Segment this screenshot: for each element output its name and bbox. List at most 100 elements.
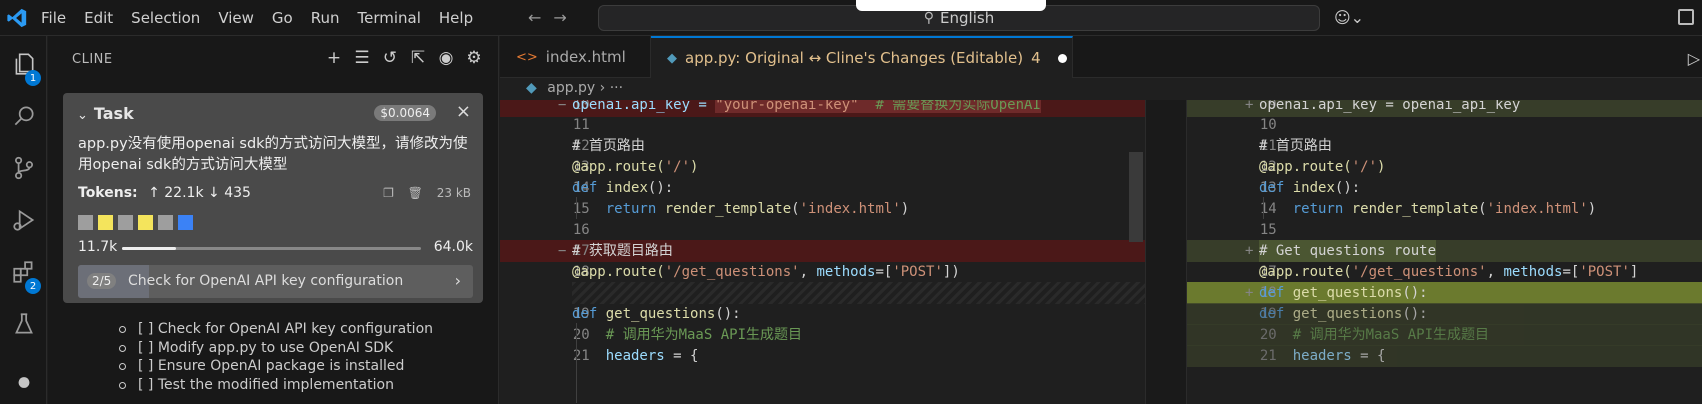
code-line: 17 @app.route('/get_questions', methods=… [1259,263,1639,280]
source-control-button[interactable] [0,146,47,190]
mcp-servers-icon[interactable]: ☰ [348,48,376,68]
menu-terminal[interactable]: Terminal [358,9,421,27]
current-step-row[interactable]: 2/5 Check for OpenAI API key configurati… [78,265,473,298]
swatch [178,215,193,230]
code-line: 11 # 首页路由 [1259,137,1332,154]
account-icon[interactable]: ◉ [432,48,460,68]
menu-view[interactable]: View [218,9,254,27]
nav-arrows: ← → [528,8,579,27]
token-tools: ❐ 🗑 23 kB [373,186,471,200]
code-line: 18 @app.route('/get_questions', methods=… [572,263,960,280]
step-text: Check for OpenAI API key configuration [128,273,404,289]
sidebar-toolbar: + ☰ ↺ ⇱ ◉ ⚙ [320,48,488,68]
list-item: [ ] Modify app.py to use OpenAI SDK [119,339,433,358]
menu-help[interactable]: Help [439,9,473,27]
step-badge: 2/5 [87,273,117,289]
tab-index-html[interactable]: <> index.html [500,36,651,78]
menu-go[interactable]: Go [272,9,293,27]
back-arrow-icon[interactable]: ← [528,8,541,27]
title-bar: File Edit Selection View Go Run Terminal… [0,0,1702,36]
code-line: 20 # 调用华为MaaS API生成题目 [572,326,803,343]
tokens-label: Tokens: [78,185,138,201]
code-line: 12 @app.route('/') [1259,158,1386,175]
cline-button[interactable] [0,354,47,398]
menu-bar: File Edit Selection View Go Run Terminal… [41,0,491,36]
code-line: 20 # 调用华为MaaS API生成题目 [1187,323,1702,346]
list-item: [ ] Ensure OpenAI package is installed [119,357,433,376]
popout-icon[interactable]: ⇱ [404,48,432,68]
problem-count: 4 [1031,49,1041,67]
indent-guide [1263,197,1264,219]
task-size: 23 kB [436,186,471,200]
swatch [98,215,113,230]
copilot-icon[interactable]: ☺⌄ [1334,8,1364,27]
code-line: 15 return render_template('index.html') [572,200,910,217]
vscode-logo-icon[interactable] [6,7,28,29]
tokens-out: ↓ 435 [208,185,251,201]
diff-filler [572,281,1145,304]
diff-modified-pane[interactable]: 9 + openai.api_key = openai_api_key 10 11… [1187,100,1702,404]
layout-toggle-icon[interactable] [1678,9,1694,25]
list-item: [ ] Test the modified implementation [119,376,433,395]
list-item: [ ] Check for OpenAI API key configurati… [119,320,433,339]
menu-run[interactable]: Run [311,9,340,27]
python-file-icon: ◆ [526,80,537,96]
copy-icon[interactable]: ❐ [383,186,394,200]
close-icon[interactable]: × [456,101,471,122]
cline-sidebar: CLINE + ☰ ↺ ⇱ ◉ ⚙ ⌄ Task $0.0064 × app.py… [48,36,499,404]
tab-label: index.html [545,48,626,66]
chevron-right-icon: › [454,271,461,290]
screen-notch [856,0,1046,11]
diff-gutter [1145,100,1187,404]
run-icon[interactable]: ▷ [1688,49,1700,68]
command-center-text: English [940,9,995,27]
task-description: app.py没有使用openai sdk的方式访问大模型，请修改为使用opena… [78,136,468,173]
code-line: 14 return render_template('index.html') [1259,200,1597,217]
run-debug-button[interactable] [0,198,47,242]
html-file-icon: <> [516,49,538,65]
new-task-icon[interactable]: + [320,48,348,68]
scrollbar-thumb[interactable] [1129,152,1143,242]
source-control-icon [14,156,33,180]
code-line: 10 [1259,116,1277,133]
code-line: 18 + def get_questions(): [1187,281,1702,304]
task-header[interactable]: ⌄ Task [77,104,134,123]
tab-app-py-diff[interactable]: ◆ app.py: Original ↔ Cline's Changes (Ed… [651,36,1073,78]
menu-edit[interactable]: Edit [84,9,113,27]
activity-bar: 1 2 [0,36,47,404]
context-used: 11.7k [78,239,118,255]
task-card: ⌄ Task $0.0064 × app.py没有使用openai sdk的方式访… [63,93,483,303]
sidebar-title: CLINE [72,52,113,67]
trash-icon[interactable]: 🗑 [408,186,423,200]
breadcrumb-file[interactable]: app.py [547,80,595,96]
forward-arrow-icon[interactable]: → [553,8,566,27]
diff-original-pane[interactable]: 10− openai.api_key = "your-openai-key" #… [500,100,1145,404]
indent-guide [576,323,577,403]
breadcrumb-rest[interactable]: › ··· [600,80,623,96]
context-window: 11.7k 64.0k [78,239,473,257]
explorer-button[interactable]: 1 [0,42,47,86]
cost-badge: $0.0064 [374,105,436,121]
menu-selection[interactable]: Selection [131,9,200,27]
search-icon [14,106,34,126]
swatch [118,215,133,230]
menu-file[interactable]: File [41,9,66,27]
tokens-row: Tokens: ↑ 22.1k ↓ 435 [78,185,251,201]
code-line: 13 def index(): [1259,179,1361,196]
extensions-button[interactable]: 2 [0,250,47,294]
swatch [158,215,173,230]
history-icon[interactable]: ↺ [376,48,404,68]
code-line: 17− # 获取题目路由 [500,239,1145,262]
unsaved-dot-icon[interactable] [1057,53,1067,63]
search-view-button[interactable] [0,94,47,138]
settings-gear-icon[interactable]: ⚙ [460,48,488,68]
code-line: 12 # 首页路由 [572,137,645,154]
testing-button[interactable] [0,302,47,346]
task-heading: Task [93,104,134,123]
code-line: 21 headers = { [1187,344,1702,367]
python-file-icon: ◆ [667,50,677,66]
code-line: 16+ # Get questions route [1187,239,1702,262]
context-bar-fill [122,247,176,250]
swatch [78,215,93,230]
code-line: 19 def get_questions(): [572,305,741,322]
